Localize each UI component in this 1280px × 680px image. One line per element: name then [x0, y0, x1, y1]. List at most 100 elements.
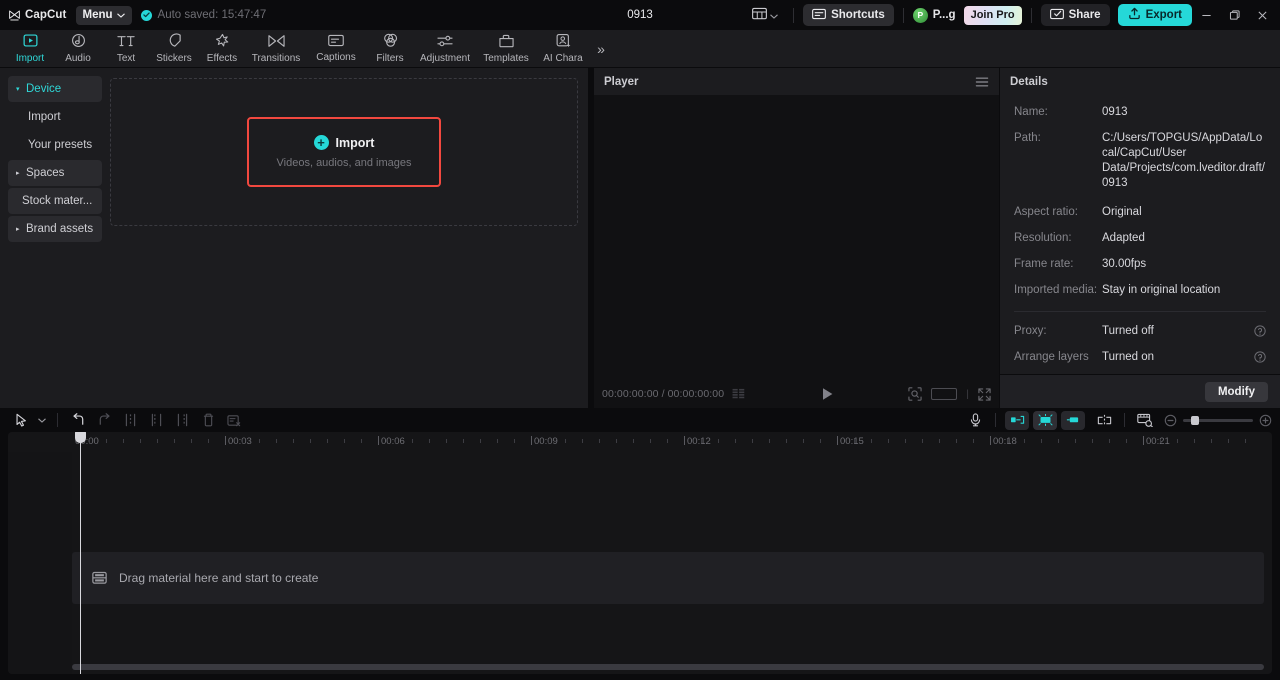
ruler-minor-tick [310, 439, 311, 443]
menu-button[interactable]: Menu [75, 5, 132, 25]
sidebar-item-spaces[interactable]: ▸ Spaces [8, 160, 102, 186]
rail-item-effects[interactable]: Effects [198, 30, 246, 68]
rail-item-transitions[interactable]: Transitions [246, 30, 306, 68]
snap-right-icon[interactable] [1061, 410, 1085, 430]
details-row-name: Name: 0913 [1014, 105, 1266, 119]
timeline-zoom-slider[interactable] [1158, 414, 1272, 427]
timeline-horizontal-scrollbar[interactable] [72, 664, 1264, 670]
fullscreen-icon[interactable] [978, 387, 991, 401]
details-value: 30.00fps [1102, 258, 1147, 270]
rail-item-label: Audio [65, 53, 91, 64]
player-menu-button[interactable] [975, 76, 989, 88]
export-button[interactable]: Export [1117, 4, 1192, 26]
sidebar-item-brand-assets[interactable]: ▸ Brand assets [8, 216, 102, 242]
timeline-toolbar [0, 408, 1280, 432]
timeline-body[interactable]: 00:00 00:03 00:06 00:09 00:12 00:15 00:18 00:21… [8, 432, 1272, 674]
rail-item-import[interactable]: Import [6, 30, 54, 68]
ruler-minor-tick [769, 439, 770, 443]
quality-icon[interactable] [732, 388, 746, 400]
rail-item-templates[interactable]: Templates [476, 30, 536, 68]
share-button[interactable]: Share [1040, 4, 1110, 26]
media-panel: ▾ Device Import Your presets ▸ Spaces St… [0, 68, 588, 408]
select-dropdown-icon[interactable] [34, 409, 50, 431]
sidebar-item-stock-materials[interactable]: Stock mater... [8, 188, 102, 214]
zoom-out-icon[interactable] [1164, 414, 1177, 427]
minimize-button[interactable] [1192, 1, 1220, 29]
timeline-ruler[interactable]: 00:00 00:03 00:06 00:09 00:12 00:15 00:18 00:21 [8, 432, 1272, 452]
details-row-arrange-layers: Arrange layers Turned on [1014, 350, 1266, 364]
layout-switch-button[interactable] [746, 3, 784, 27]
divider [1014, 311, 1266, 312]
ruler-major-tick [837, 436, 838, 445]
player-right-controls: | [908, 387, 991, 401]
redo-icon[interactable] [91, 409, 117, 431]
mirror-icon[interactable] [1091, 409, 1117, 431]
sidebar-item-device[interactable]: ▾ Device [8, 76, 102, 102]
zoom-fit-icon[interactable] [908, 387, 922, 401]
zoom-in-icon[interactable] [1259, 414, 1272, 427]
import-button-label: Import [335, 135, 375, 150]
microphone-icon[interactable] [962, 409, 988, 431]
shortcuts-button[interactable]: Shortcuts [803, 4, 894, 26]
ruler-minor-tick [667, 439, 668, 443]
rail-item-captions[interactable]: Captions [306, 30, 366, 68]
crop-icon[interactable] [221, 409, 247, 431]
ruler-minor-tick [616, 439, 617, 443]
ruler-major-tick [990, 436, 991, 445]
ruler-minor-tick [752, 439, 753, 443]
ruler-minor-tick [939, 439, 940, 443]
help-icon[interactable] [1254, 351, 1266, 363]
zoom-slider-track[interactable] [1183, 415, 1253, 425]
join-pro-button[interactable]: Join Pro [963, 5, 1022, 25]
audio-icon [71, 33, 86, 51]
cursor-select-icon[interactable] [8, 409, 34, 431]
details-title: Details [1010, 75, 1048, 88]
details-value: Stay in original location [1102, 284, 1221, 296]
timeline-playhead[interactable] [75, 432, 86, 674]
import-cta-highlight[interactable]: + Import Videos, audios, and images [246, 117, 442, 187]
ruler-minor-tick [1228, 439, 1229, 443]
player-canvas[interactable] [594, 95, 999, 380]
rail-item-text[interactable]: Text [102, 30, 150, 68]
rail-item-label: Filters [376, 53, 404, 64]
sidebar-item-label: Brand assets [26, 223, 94, 235]
rail-item-audio[interactable]: Audio [54, 30, 102, 68]
rail-item-filters[interactable]: Filters [366, 30, 414, 68]
trim-left-icon[interactable] [143, 409, 169, 431]
snap-left-icon[interactable] [1005, 410, 1029, 430]
play-icon[interactable] [821, 387, 834, 401]
details-header: Details [1000, 68, 1280, 95]
timeline-dropzone[interactable]: Drag material here and start to create [72, 552, 1264, 604]
rail-item-label: AI Chara [543, 53, 583, 64]
details-row-aspect-ratio: Aspect ratio: Original [1014, 205, 1266, 219]
player-header: Player [594, 68, 999, 95]
help-icon[interactable] [1254, 325, 1266, 337]
close-button[interactable] [1248, 1, 1276, 29]
rail-item-adjustment[interactable]: Adjustment [414, 30, 476, 68]
autosave-status: Auto saved: 15:47:47 [140, 9, 266, 21]
auto-adjust-icon[interactable] [1033, 410, 1057, 430]
capcut-logo: CapCut [8, 9, 67, 22]
rail-item-ai-character[interactable]: AI Chara [536, 30, 590, 68]
trim-right-icon[interactable] [169, 409, 195, 431]
details-key: Proxy: [1014, 325, 1047, 337]
ruler-minor-tick [565, 439, 566, 443]
profile-name: P...g [932, 9, 956, 21]
playhead-handle[interactable] [75, 432, 86, 443]
zoom-slider-knob[interactable] [1191, 415, 1199, 425]
maximize-button[interactable] [1220, 1, 1248, 29]
split-icon[interactable] [117, 409, 143, 431]
sidebar-item-your-presets[interactable]: Your presets [8, 132, 102, 158]
user-profile[interactable]: P P...g [912, 7, 956, 23]
rail-item-stickers[interactable]: Stickers [150, 30, 198, 68]
timeline-tracks[interactable]: Drag material here and start to create [8, 452, 1272, 674]
media-dropzone[interactable]: + Import Videos, audios, and images [110, 78, 578, 226]
modify-button[interactable]: Modify [1204, 381, 1268, 402]
delete-icon[interactable] [195, 409, 221, 431]
divider [1124, 413, 1125, 427]
sidebar-item-import[interactable]: Import [8, 104, 102, 130]
thumbnail-preview-icon[interactable] [1132, 409, 1158, 431]
undo-icon[interactable] [65, 409, 91, 431]
aspect-ratio-icon[interactable] [931, 388, 958, 400]
rail-more-button[interactable]: » [590, 41, 612, 57]
